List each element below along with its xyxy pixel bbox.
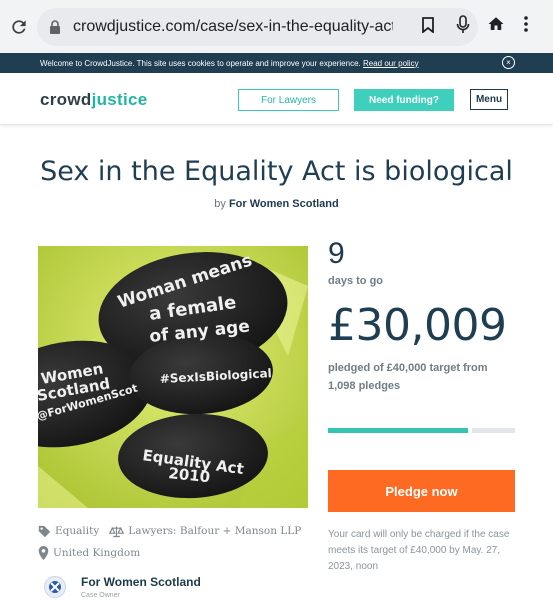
address-bar[interactable]: crowdjustice.com/case/sex-in-the-equalit…	[37, 8, 478, 46]
crowdjustice-logo[interactable]: crowdjustice	[40, 90, 148, 110]
case-owner[interactable]: For Women Scotland Case Owner	[44, 575, 201, 599]
for-lawyers-button[interactable]: For Lawyers	[238, 89, 339, 111]
menu-button[interactable]: Menu	[470, 89, 508, 110]
home-icon[interactable]	[487, 15, 505, 38]
microphone-icon[interactable]	[456, 14, 470, 40]
bookmark-icon[interactable]	[422, 16, 434, 38]
page-title: Sex in the Equality Act is biological	[40, 156, 513, 187]
cookie-text: Welcome to CrowdJustice. This site uses …	[40, 58, 419, 68]
need-funding-button[interactable]: Need funding?	[354, 89, 454, 111]
more-options-icon[interactable]	[523, 15, 529, 38]
site-header: crowdjustice For Lawyers Need funding? M…	[0, 73, 553, 125]
progress-fill	[328, 428, 469, 433]
scales-icon	[109, 526, 125, 537]
cookie-policy-link[interactable]: Read our policy	[363, 59, 419, 68]
tag-icon	[38, 525, 51, 537]
progress-remaining	[472, 428, 515, 433]
browser-toolbar: crowdjustice.com/case/sex-in-the-equalit…	[0, 0, 553, 53]
avatar	[44, 576, 66, 598]
lawyers-tag[interactable]: Lawyers: Balfour + Manson LLP	[109, 525, 301, 538]
url-text[interactable]: crowdjustice.com/case/sex-in-the-equalit…	[73, 18, 393, 36]
charge-note: Your card will only be charged if the ca…	[328, 529, 510, 572]
lock-icon	[49, 20, 63, 34]
category-tag[interactable]: Equality	[38, 525, 99, 538]
days-remaining: 9	[328, 237, 345, 270]
funding-progress-bar	[328, 428, 515, 433]
pledge-now-button[interactable]: Pledge now	[328, 470, 515, 512]
byline: by For Women Scotland	[214, 198, 339, 210]
amount-raised: £30,009	[328, 300, 507, 351]
cookie-banner: Welcome to CrowdJustice. This site uses …	[0, 53, 553, 73]
case-tags: Equality Lawyers: Balfour + Manson LLP U…	[38, 520, 318, 564]
case-owner-link[interactable]: For Women Scotland	[229, 198, 339, 210]
campaign-image: Woman means a female of any age #SexIsBi…	[38, 246, 308, 508]
close-icon[interactable]: ×	[502, 56, 515, 69]
pledged-summary: pledged of £40,000 target from 1,098 ple…	[328, 362, 488, 392]
location-pin-icon	[38, 546, 49, 560]
owner-name[interactable]: For Women Scotland	[81, 575, 201, 589]
location-tag[interactable]: United Kingdom	[38, 546, 140, 560]
days-label: days to go	[328, 275, 384, 287]
reload-icon[interactable]	[0, 17, 38, 37]
owner-role: Case Owner	[81, 592, 120, 599]
